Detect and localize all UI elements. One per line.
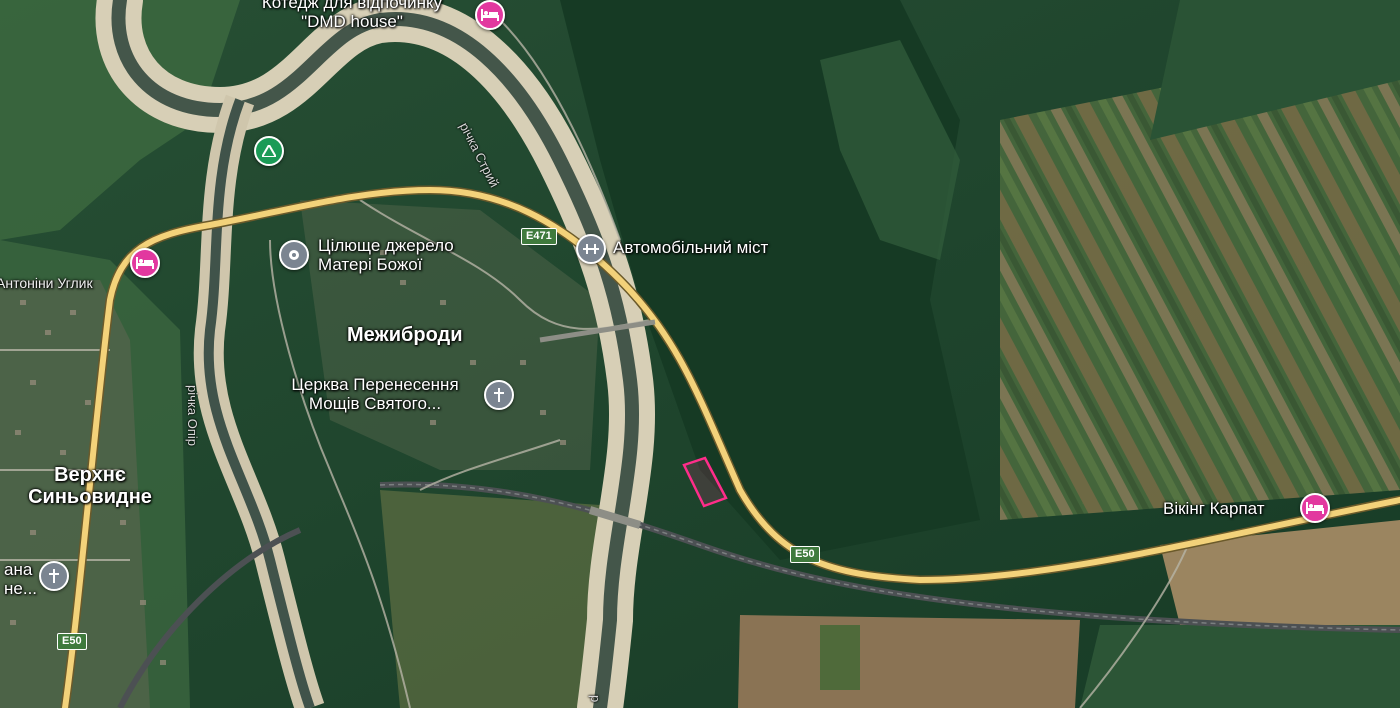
- poi-label-bridge[interactable]: Автомобільний міст: [613, 238, 768, 258]
- cross-icon: [49, 569, 59, 583]
- street-label: Антоніни Углик: [0, 275, 93, 291]
- bridge-icon: [583, 244, 599, 254]
- poi-label-left-church-line1: ана: [4, 560, 33, 579]
- lodging-pin-left[interactable]: [130, 248, 160, 278]
- place-label-mezhybrody: Межиброди: [347, 324, 463, 346]
- river-label-partial: р: [588, 695, 603, 703]
- poi-label-spring[interactable]: Цілюще джерело Матері Божої: [318, 236, 454, 274]
- place-label-verkhnie-line1: Верхнє: [54, 464, 126, 486]
- place-label-verkhnie-line2: Синьовидне: [28, 486, 152, 508]
- bed-icon: [481, 9, 499, 21]
- bridge-pin[interactable]: [576, 234, 606, 264]
- poi-label-viking-karpat[interactable]: Вікінг Карпат: [1163, 499, 1265, 519]
- spring-pin[interactable]: [279, 240, 309, 270]
- poi-label-church-line1: Церква Перенесення: [291, 375, 459, 394]
- poi-label-left-church-line2: не...: [4, 578, 38, 598]
- poi-label-spring-line2: Матері Божої: [318, 254, 423, 274]
- lodging-pin-dmd-house[interactable]: [475, 0, 505, 30]
- poi-label-church[interactable]: Церква Перенесення Мощів Святого...: [270, 375, 480, 413]
- road-shield-e50: E50: [790, 546, 820, 563]
- bed-icon: [136, 257, 154, 269]
- poi-label-dmd-house-line2: "DMD house": [301, 11, 403, 31]
- left-church-pin[interactable]: [39, 561, 69, 591]
- river-label-opir: річка Опір: [185, 385, 200, 446]
- campsite-icon: [262, 145, 276, 157]
- poi-label-dmd-house[interactable]: Котедж для відпочинку "DMD house": [232, 0, 472, 31]
- pin-icon: [289, 250, 299, 260]
- road-shield-e50-left: E50: [57, 633, 87, 650]
- cross-icon: [494, 388, 504, 402]
- lodging-pin-viking-karpat[interactable]: [1300, 493, 1330, 523]
- place-label-verkhnie-synovydne: Верхнє Синьовидне: [10, 464, 170, 508]
- church-pin[interactable]: [484, 380, 514, 410]
- poi-label-church-line2: Мощів Святого...: [308, 393, 442, 413]
- map-imagery: [0, 0, 1400, 708]
- poi-label-left-church[interactable]: ана не...: [4, 560, 38, 598]
- campsite-pin[interactable]: [254, 136, 284, 166]
- bed-icon: [1306, 502, 1324, 514]
- poi-label-dmd-house-line1: Котедж для відпочинку: [261, 0, 443, 12]
- satellite-map[interactable]: E471 E50 E50 річка Стрий річка Опір р Ан…: [0, 0, 1400, 708]
- poi-label-spring-line1: Цілюще джерело: [318, 236, 454, 255]
- road-shield-e471: E471: [521, 228, 557, 245]
